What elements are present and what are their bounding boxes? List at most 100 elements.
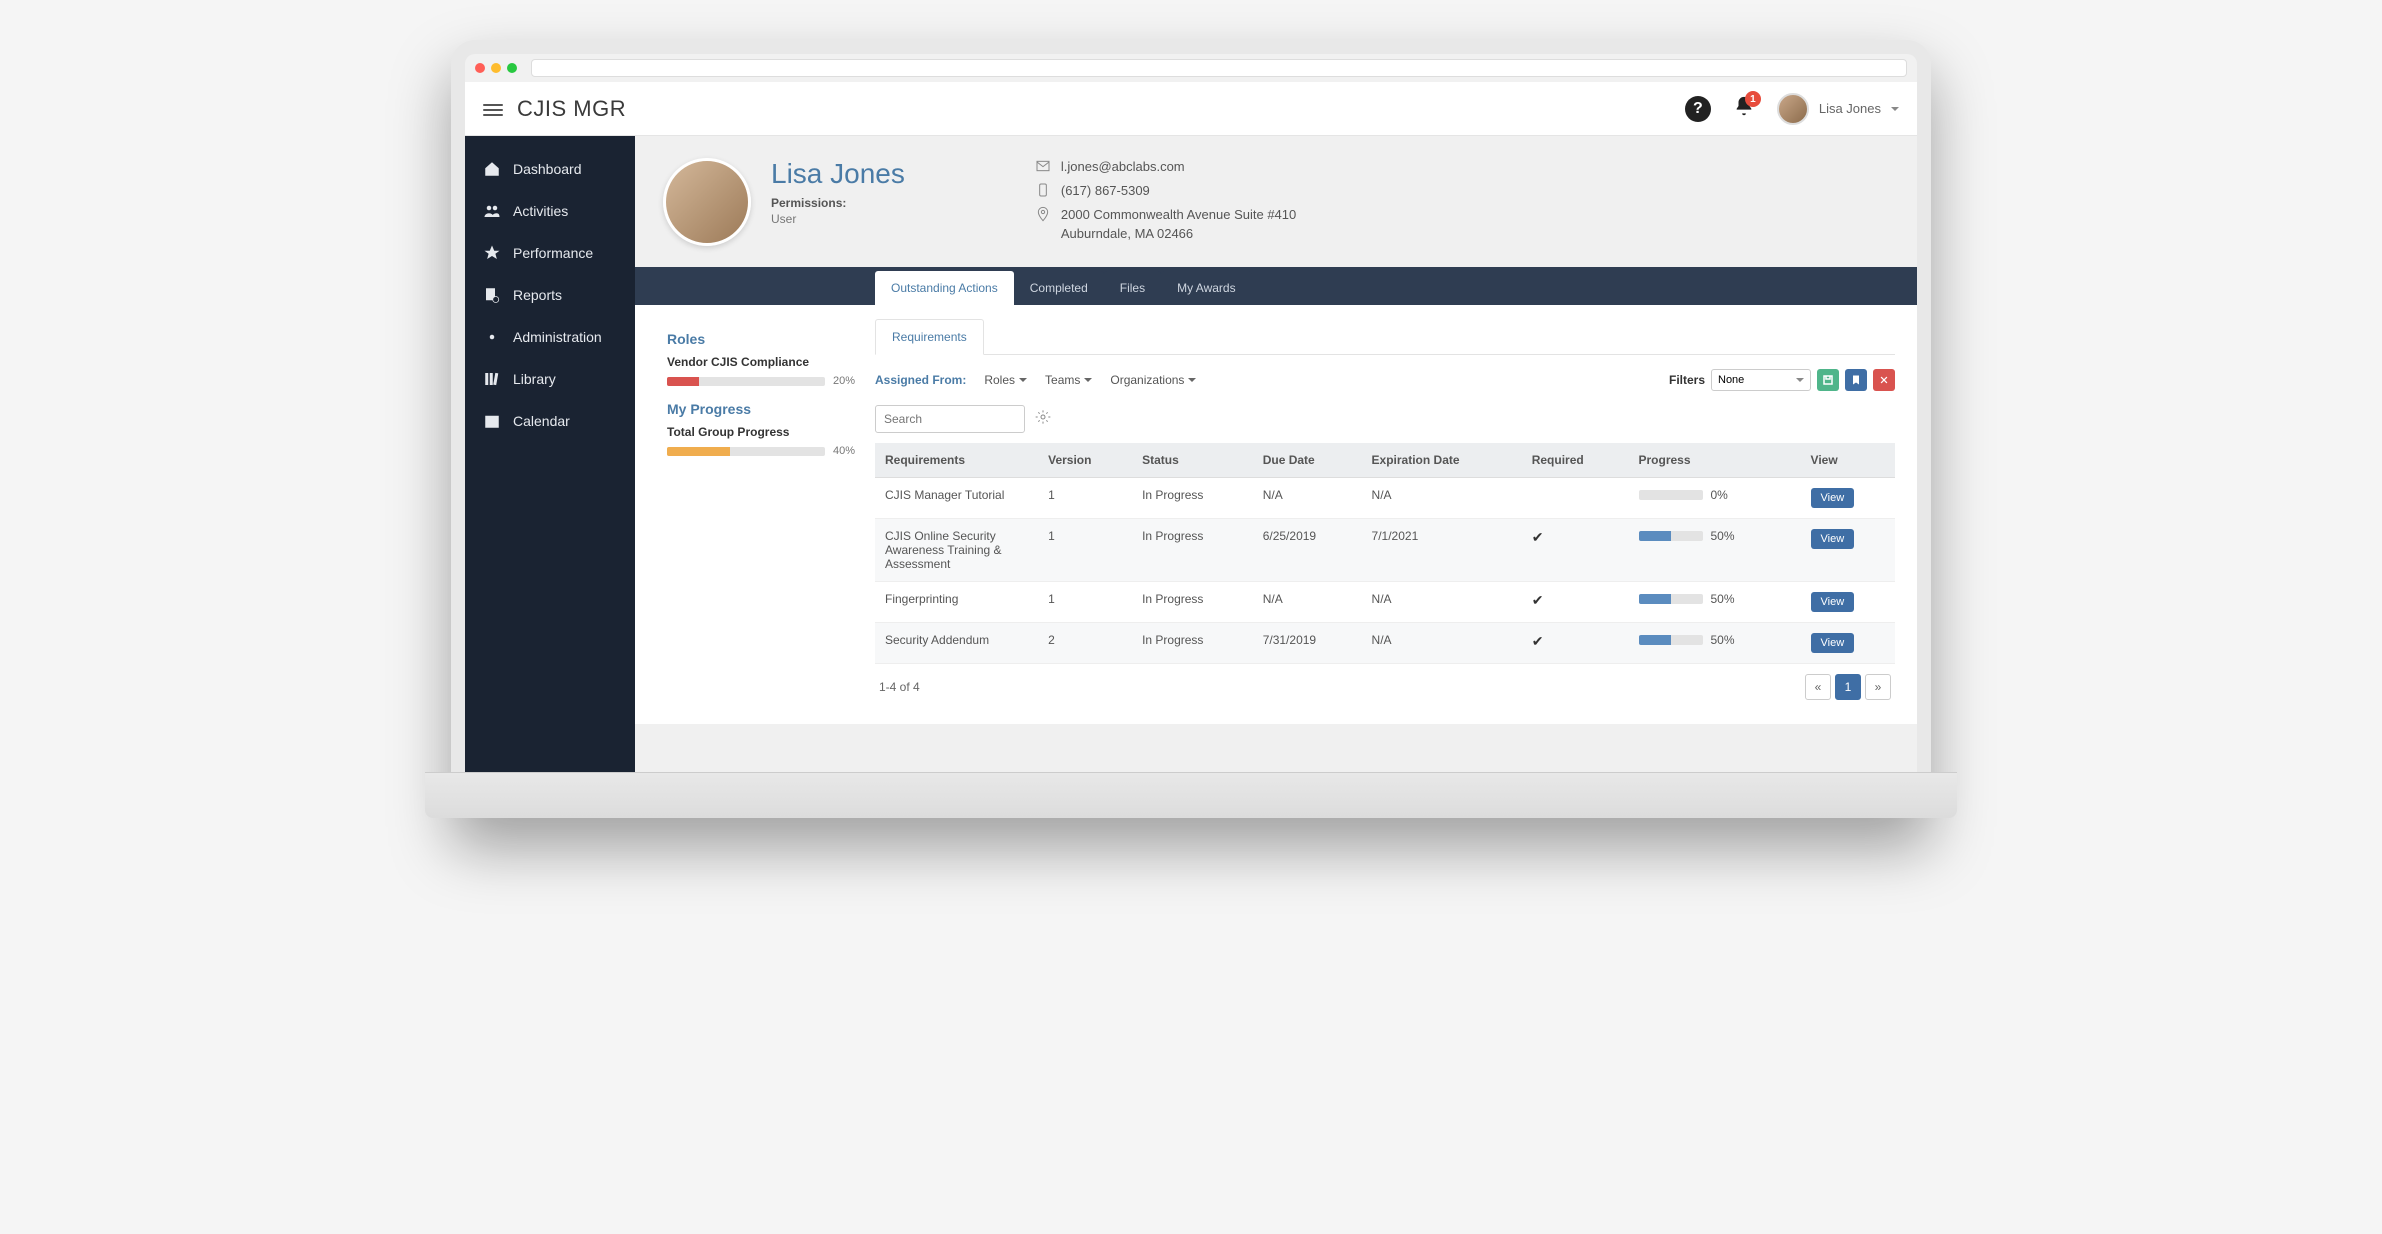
pager-prev[interactable]: «: [1805, 674, 1831, 700]
cell-status: In Progress: [1132, 623, 1253, 664]
profile-email: l.jones@abclabs.com: [1061, 159, 1185, 174]
cell-view: View: [1801, 478, 1895, 519]
table-row: Security Addendum2In Progress7/31/2019N/…: [875, 623, 1895, 664]
col-expiration-date[interactable]: Expiration Date: [1362, 443, 1522, 478]
cell-view: View: [1801, 623, 1895, 664]
window-min-dot[interactable]: [491, 63, 501, 73]
roles-heading: Roles: [667, 331, 855, 347]
group-progress-pct: 40%: [833, 445, 855, 457]
search-input[interactable]: [875, 405, 1025, 433]
settings-icon[interactable]: [1035, 409, 1051, 430]
check-icon: ✔: [1532, 633, 1544, 649]
cell-status: In Progress: [1132, 582, 1253, 623]
close-icon: [1879, 375, 1889, 385]
dropdown-teams[interactable]: Teams: [1045, 373, 1092, 387]
cell-status: In Progress: [1132, 519, 1253, 582]
sidebar-item-calendar[interactable]: Calendar: [465, 400, 635, 442]
help-icon[interactable]: ?: [1685, 96, 1711, 122]
sidebar-item-reports[interactable]: Reports: [465, 274, 635, 316]
col-progress[interactable]: Progress: [1629, 443, 1801, 478]
sidebar-item-label: Calendar: [513, 413, 570, 429]
cell-exp: N/A: [1362, 478, 1522, 519]
cell-progress: 50%: [1629, 623, 1801, 664]
cell-required: ✔: [1522, 519, 1629, 582]
cell-due: 7/31/2019: [1253, 623, 1362, 664]
pager-page-1[interactable]: 1: [1835, 674, 1861, 700]
tab-bar: Outstanding Actions Completed Files My A…: [635, 267, 1917, 305]
chevron-down-icon: [1796, 378, 1804, 386]
tab-completed[interactable]: Completed: [1014, 271, 1104, 305]
library-icon: [483, 370, 501, 388]
filter-clear-button[interactable]: [1873, 369, 1895, 391]
group-progress-bar: [667, 447, 825, 456]
col-required[interactable]: Required: [1522, 443, 1629, 478]
subtab-bar: Requirements: [875, 319, 1895, 355]
role-progress-pct: 20%: [833, 375, 855, 387]
cell-exp: 7/1/2021: [1362, 519, 1522, 582]
dropdown-organizations[interactable]: Organizations: [1110, 373, 1196, 387]
filters-label: Filters: [1669, 373, 1705, 387]
cell-version: 1: [1038, 478, 1132, 519]
role-name: Vendor CJIS Compliance: [667, 355, 855, 369]
sidebar-item-performance[interactable]: Performance: [465, 232, 635, 274]
left-panel: Roles Vendor CJIS Compliance 20% My Prog…: [635, 305, 875, 724]
app-title: CJIS MGR: [517, 96, 626, 122]
profile-name: Lisa Jones: [771, 158, 905, 190]
save-icon: [1822, 374, 1834, 386]
topbar: CJIS MGR ? 1 Lisa Jones: [465, 82, 1917, 136]
sidebar-item-label: Administration: [513, 329, 602, 345]
notifications-bell[interactable]: 1: [1733, 95, 1755, 122]
chevron-down-icon: [1891, 107, 1899, 115]
my-progress-heading: My Progress: [667, 401, 855, 417]
window-close-dot[interactable]: [475, 63, 485, 73]
user-menu[interactable]: Lisa Jones: [1777, 93, 1899, 125]
profile-phone: (617) 867-5309: [1061, 183, 1150, 198]
cell-progress: 50%: [1629, 519, 1801, 582]
home-icon: [483, 160, 501, 178]
tab-files[interactable]: Files: [1104, 271, 1161, 305]
table-row: Fingerprinting1In ProgressN/AN/A✔50%View: [875, 582, 1895, 623]
cell-version: 2: [1038, 623, 1132, 664]
filter-bookmark-button[interactable]: [1845, 369, 1867, 391]
pager-next[interactable]: »: [1865, 674, 1891, 700]
col-view[interactable]: View: [1801, 443, 1895, 478]
user-name: Lisa Jones: [1819, 101, 1881, 116]
cell-required: ✔: [1522, 623, 1629, 664]
check-icon: ✔: [1532, 529, 1544, 545]
sidebar-item-library[interactable]: Library: [465, 358, 635, 400]
filters-select[interactable]: None: [1711, 369, 1811, 391]
view-button[interactable]: View: [1811, 488, 1855, 508]
cell-due: N/A: [1253, 582, 1362, 623]
assigned-from-label: Assigned From:: [875, 373, 966, 387]
view-button[interactable]: View: [1811, 529, 1855, 549]
permissions-label: Permissions:: [771, 196, 905, 210]
url-bar[interactable]: [531, 59, 1907, 77]
cell-status: In Progress: [1132, 478, 1253, 519]
view-button[interactable]: View: [1811, 592, 1855, 612]
col-due-date[interactable]: Due Date: [1253, 443, 1362, 478]
sidebar-item-label: Performance: [513, 245, 593, 261]
check-icon: ✔: [1532, 592, 1544, 608]
window-max-dot[interactable]: [507, 63, 517, 73]
filter-save-button[interactable]: [1817, 369, 1839, 391]
tab-outstanding-actions[interactable]: Outstanding Actions: [875, 271, 1014, 305]
sidebar-item-administration[interactable]: Administration: [465, 316, 635, 358]
cell-view: View: [1801, 582, 1895, 623]
col-requirements[interactable]: Requirements: [875, 443, 1038, 478]
tab-my-awards[interactable]: My Awards: [1161, 271, 1251, 305]
group-progress-label: Total Group Progress: [667, 425, 855, 439]
role-progress-bar: [667, 377, 825, 386]
gear-icon: [483, 328, 501, 346]
sidebar-item-dashboard[interactable]: Dashboard: [465, 148, 635, 190]
hamburger-icon[interactable]: [483, 101, 503, 117]
dropdown-roles[interactable]: Roles: [984, 373, 1027, 387]
sidebar-item-activities[interactable]: Activities: [465, 190, 635, 232]
report-icon: [483, 286, 501, 304]
subtab-requirements[interactable]: Requirements: [875, 319, 984, 355]
view-button[interactable]: View: [1811, 633, 1855, 653]
col-status[interactable]: Status: [1132, 443, 1253, 478]
cell-due: N/A: [1253, 478, 1362, 519]
star-icon: [483, 244, 501, 262]
cell-required: ✔: [1522, 582, 1629, 623]
col-version[interactable]: Version: [1038, 443, 1132, 478]
